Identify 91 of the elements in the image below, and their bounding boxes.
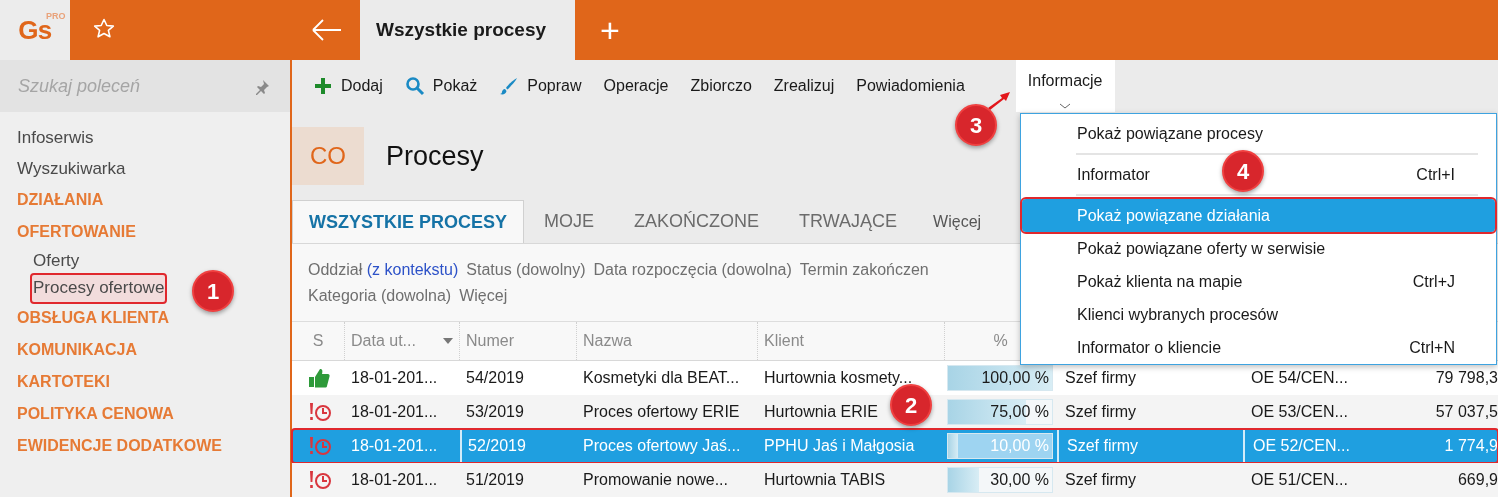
chevron-icon <box>1059 102 1072 110</box>
sidebar-item[interactable]: Wyszukiwarka <box>17 153 126 184</box>
filter-link[interactable]: Więcej <box>459 284 508 308</box>
sidebar-section[interactable]: EWIDENCJE DODATKOWE <box>17 430 223 462</box>
name-text: Kosmetyki dla BEAT... <box>583 368 740 388</box>
view-tab[interactable]: TRWAJĄCE <box>779 200 918 243</box>
sidebar-section[interactable]: KOMUNIKACJA <box>17 334 137 366</box>
view-tab[interactable]: MOJE <box>524 200 615 243</box>
menu-item[interactable]: Pokaż klienta na mapie Ctrl+J <box>1022 265 1495 298</box>
logo-text: PRO <box>46 10 66 21</box>
menu-item[interactable]: Pokaż powiązane procesy <box>1022 117 1495 150</box>
date-text: 18-01-201... <box>351 368 438 388</box>
toolbar-button[interactable]: Zbiorczo <box>679 72 763 100</box>
search-field[interactable]: Szukaj poleceń <box>18 72 238 100</box>
date-text: 18-01-201... <box>351 436 438 456</box>
context-link[interactable]: (z kontekstu) <box>366 261 459 278</box>
view-tab[interactable]: ZAKOŃCZONE <box>614 200 780 243</box>
page-title: Procesy <box>386 139 484 173</box>
offer-text: OE 53/CEN... <box>1251 402 1348 422</box>
client-text: PPHU Jaś i Małgosia <box>764 436 915 456</box>
number-text: 52/2019 <box>468 436 526 456</box>
number-text: 51/2019 <box>466 470 524 490</box>
client-text: Hurtownia TABIS <box>764 470 886 490</box>
client-text: Hurtownia ERIE <box>764 402 878 422</box>
search-icon <box>404 76 425 96</box>
owner-text: Szef firmy <box>1065 470 1137 490</box>
plus-icon <box>313 76 333 96</box>
column-header[interactable]: Nazwa <box>577 322 758 360</box>
selected-row[interactable]: 18-01-201... 52/2019 Proces ofertowy Jaś... PPHU Jaś i Małgosia 10,00 % Szef firmy OE 52/CEN... 1 774,9 <box>292 429 1498 463</box>
progress-bar: 10,00 % <box>947 433 1053 459</box>
back-arrow-icon[interactable] <box>309 18 343 42</box>
shortcut-text: Ctrl+N <box>1409 337 1455 358</box>
filter-link[interactable]: Status (dowolny) <box>466 258 586 282</box>
sidebar-section[interactable]: DZIAŁANIA <box>17 184 104 216</box>
column-header[interactable]: Klient <box>758 322 945 360</box>
sidebar-section[interactable]: OFERTOWANIE <box>17 216 136 248</box>
toolbar-button[interactable]: Dodaj <box>302 72 394 100</box>
toolbar-button[interactable]: Informacje <box>1015 60 1115 112</box>
filter-link[interactable]: Data rozpoczęcia (dowolna) <box>593 258 792 282</box>
toolbar-button[interactable]: Pokaż <box>393 72 489 100</box>
toolbar-button[interactable]: Zrealizuj <box>762 72 846 100</box>
toolbar-button[interactable]: Popraw <box>488 72 593 100</box>
amount-text: 57 037,5 <box>1435 402 1498 422</box>
search-box[interactable]: Szukaj poleceń <box>0 60 290 112</box>
sidebar-item[interactable]: Procesy ofertowe <box>32 275 166 302</box>
shortcut-text: Ctrl+I <box>1416 164 1455 185</box>
column-header[interactable]: S <box>292 322 345 360</box>
owner-text: Szef firmy <box>1065 402 1137 422</box>
date-text: 18-01-201... <box>351 470 438 490</box>
menu-item[interactable]: Pokaż powiązane działania <box>1022 199 1495 232</box>
column-header[interactable]: Data ut... <box>345 322 460 360</box>
document-tab[interactable]: Wszystkie procesy <box>360 0 575 60</box>
name-text: Promowanie nowe... <box>583 470 728 490</box>
more-button[interactable]: Więcej <box>917 200 998 243</box>
callout-badge: 1 <box>192 270 234 312</box>
sort-arrow-icon[interactable] <box>443 338 453 344</box>
brush-icon <box>499 76 520 96</box>
name-text: Proces ofertowy ERIE <box>583 402 740 422</box>
toolbar-button[interactable]: Operacje <box>592 72 680 100</box>
progress-bar: 75,00 % <box>947 399 1053 425</box>
toolbar-button[interactable]: Powiadomienia <box>845 72 976 100</box>
progress-bar: 30,00 % <box>947 467 1053 493</box>
number-text: 53/2019 <box>466 402 524 422</box>
module-badge: CO <box>292 127 364 185</box>
filter-link[interactable]: Oddział (z kontekstu) <box>308 258 459 282</box>
filter-link[interactable]: Kategoria (dowolna) <box>308 284 452 308</box>
name-text: Proces ofertowy Jaś... <box>583 436 741 456</box>
view-tab[interactable]: WSZYSTKIE PROCESY <box>292 200 525 243</box>
offer-text: OE 54/CEN... <box>1251 368 1348 388</box>
new-tab-button[interactable]: + <box>575 0 645 60</box>
sidebar-section[interactable]: OBSŁUGA KLIENTA <box>17 302 169 334</box>
offer-text: OE 51/CEN... <box>1251 470 1348 490</box>
pin-icon[interactable] <box>254 77 272 95</box>
shortcut-text: Ctrl+J <box>1412 271 1455 292</box>
amount-text: 1 774,9 <box>1444 436 1498 456</box>
amount-text: 79 798,3 <box>1435 368 1498 388</box>
sidebar-section[interactable]: KARTOTEKI <box>17 366 111 398</box>
offer-text: OE 52/CEN... <box>1253 436 1350 456</box>
sidebar-item[interactable]: Oferty <box>32 248 81 275</box>
sidebar-item[interactable]: Infoserwis <box>17 122 94 153</box>
progress-bar: 100,00 % <box>947 365 1053 391</box>
menu-item[interactable]: Pokaż powiązane oferty w serwisie <box>1022 232 1495 265</box>
owner-text: Szef firmy <box>1067 436 1139 456</box>
date-text: 18-01-201... <box>351 402 438 422</box>
sidebar-section[interactable]: POLITYKA CENOWA <box>17 398 174 430</box>
owner-text: Szef firmy <box>1065 368 1137 388</box>
column-header[interactable]: Numer <box>460 322 577 360</box>
thumbs-up-icon <box>306 366 331 390</box>
filter-link[interactable]: Termin zakończen <box>799 258 929 282</box>
amount-text: 669,9 <box>1457 470 1498 490</box>
number-text: 54/2019 <box>466 368 524 388</box>
